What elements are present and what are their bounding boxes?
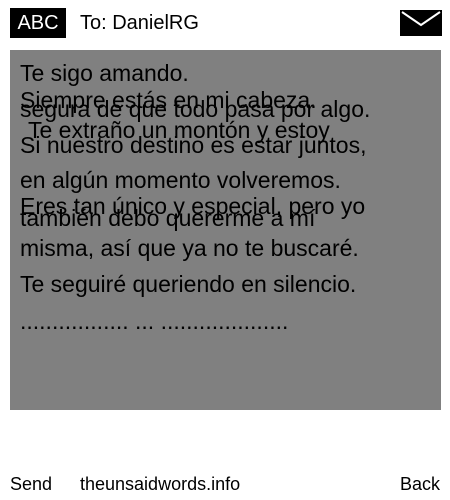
envelope-icon: [400, 10, 442, 36]
send-softkey[interactable]: Send: [10, 473, 52, 495]
header-bar: ABC To: DanielRG: [0, 0, 450, 46]
website-label: theunsaidwords.info: [80, 474, 241, 494]
message-body[interactable]: Te sigo amando. Siempre estás en mi cabe…: [10, 50, 441, 410]
message-line: ................. ... ..................…: [20, 308, 289, 334]
message-line: Te seguiré queriendo en silencio.: [20, 271, 357, 297]
input-mode-badge[interactable]: ABC: [10, 8, 66, 38]
recipient-label[interactable]: To: DanielRG: [80, 9, 199, 37]
softkey-bar: Send theunsaidwords.info Back: [0, 470, 450, 498]
message-line: Te sigo amando.: [20, 60, 189, 86]
message-line: Si nuestro destino es estar juntos,: [20, 132, 367, 158]
back-softkey[interactable]: Back: [400, 473, 440, 495]
message-line: también debo quererme a mí: [20, 205, 316, 231]
message-line: en algún momento volveremos.: [20, 167, 341, 193]
message-line: misma, así que ya no te buscaré.: [20, 235, 359, 261]
